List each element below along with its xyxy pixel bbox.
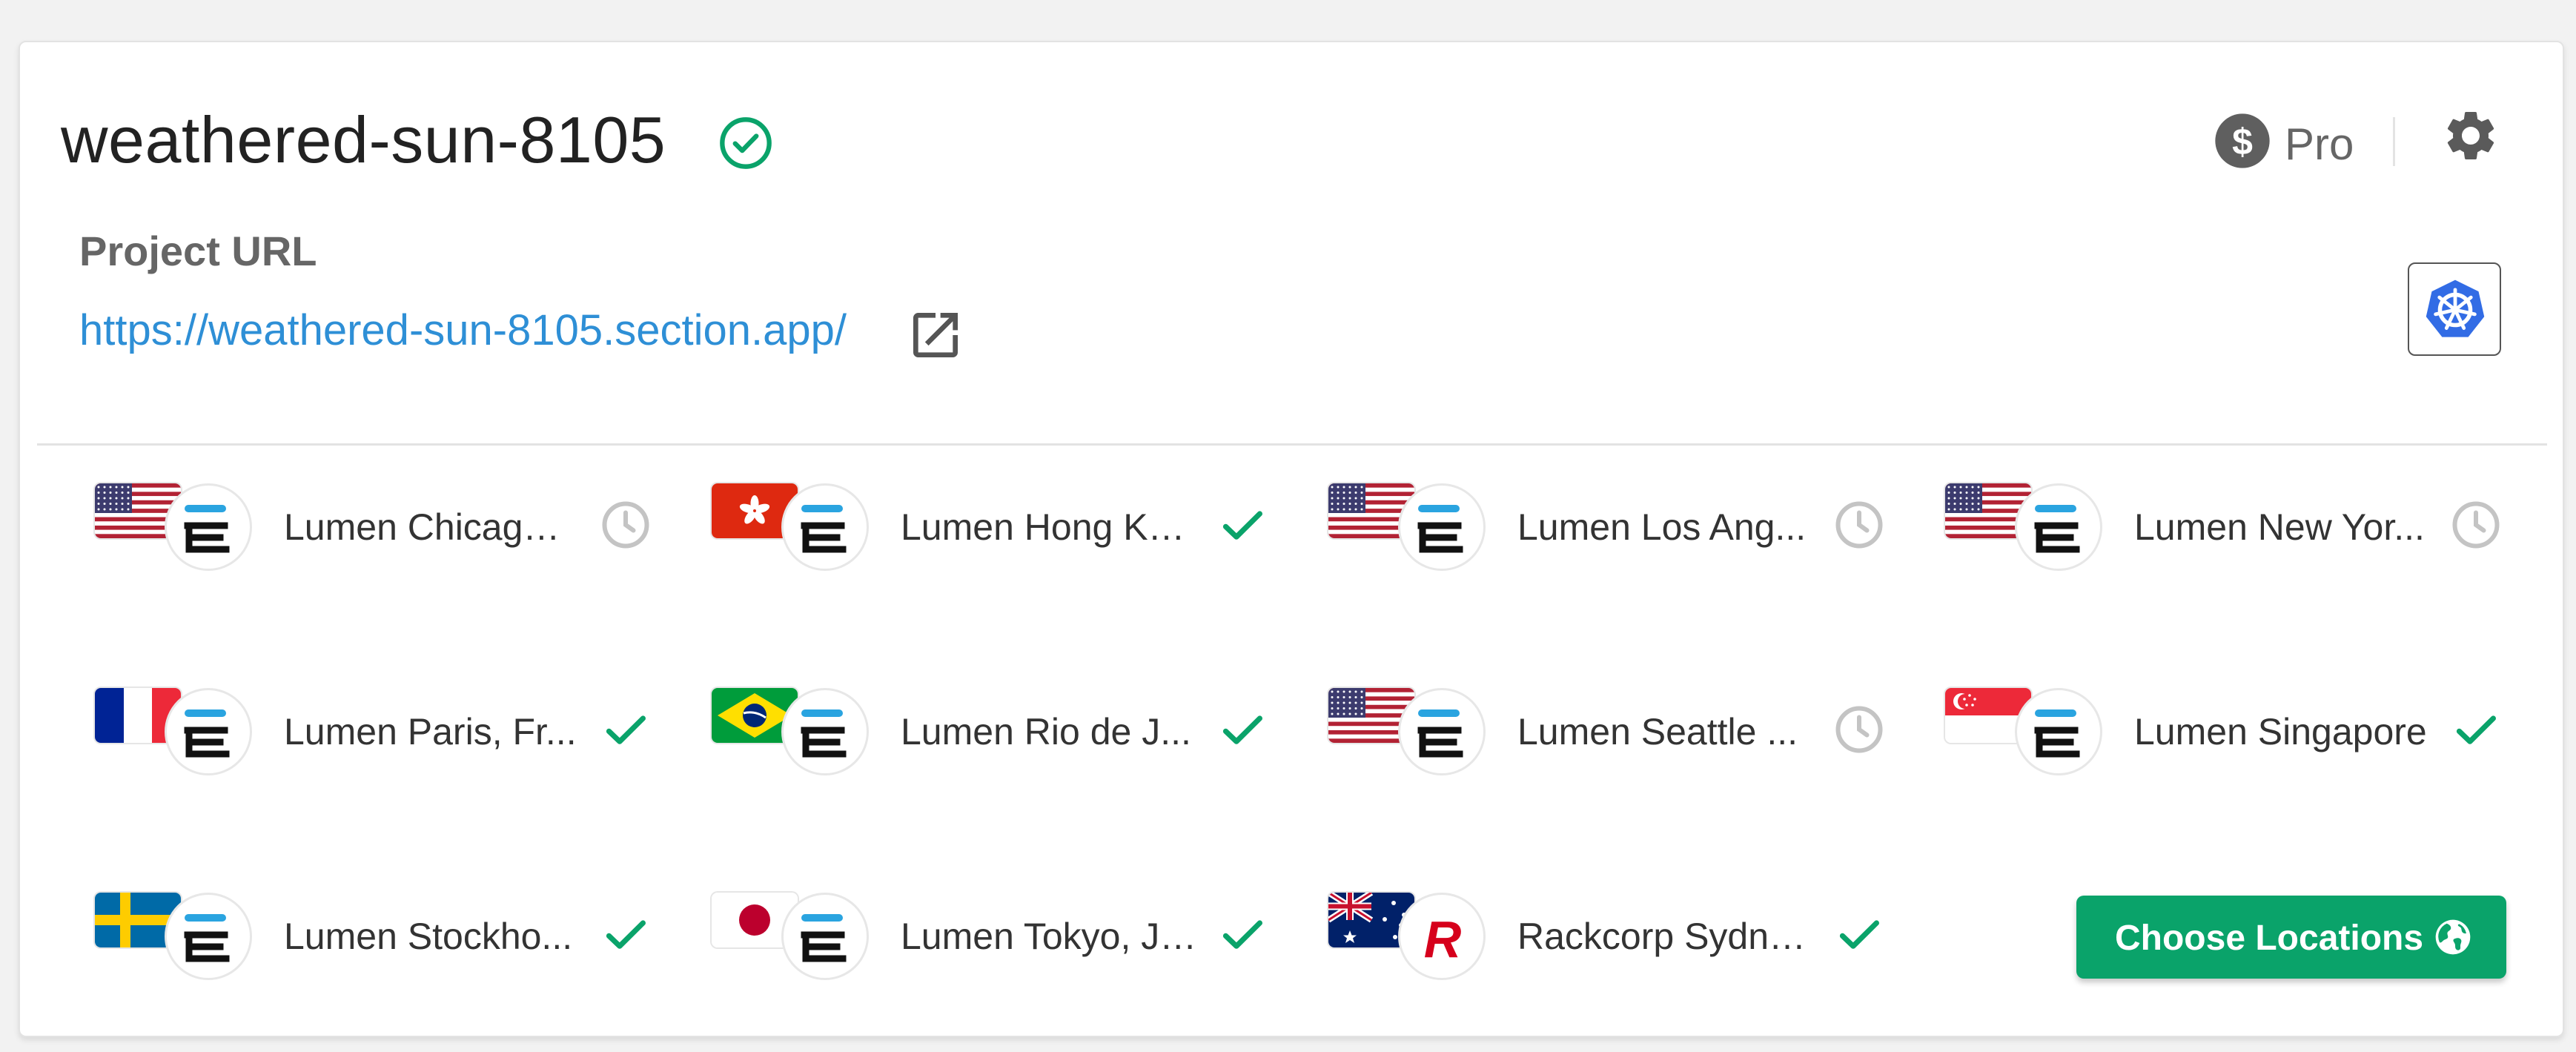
location-item: Lumen Seattle ... <box>1328 688 1907 792</box>
checkmark-icon <box>1216 498 1269 552</box>
lumen-logo-icon <box>165 483 252 571</box>
location-item: Lumen Chicago ... <box>95 483 673 587</box>
location-item: Lumen Los Ang... <box>1328 483 1907 587</box>
lumen-logo-icon <box>2015 483 2102 571</box>
svg-text:R: R <box>1424 910 1462 965</box>
checkmark-icon <box>1216 703 1269 756</box>
check-circle-icon <box>720 117 772 169</box>
location-item: Lumen Rio de J... <box>712 688 1290 792</box>
location-item: Lumen New Yor... <box>1945 483 2523 587</box>
dollar-icon: $ <box>2215 113 2270 168</box>
lumen-logo-icon <box>165 688 252 775</box>
location-name: Lumen Rio de J... <box>901 711 1191 752</box>
lumen-logo-icon <box>781 483 869 571</box>
clock-icon <box>2449 498 2503 552</box>
header-divider <box>2393 117 2395 166</box>
lumen-logo-icon <box>781 893 869 980</box>
location-name: Lumen Los Ang... <box>1517 506 1807 548</box>
project-url-link[interactable]: https://weathered-sun-8105.section.app/ <box>79 305 847 355</box>
project-url-label: Project URL <box>79 228 317 274</box>
location-name: Lumen Tokyo, Ja... <box>901 916 1197 957</box>
location-name: Lumen Seattle ... <box>1517 711 1798 752</box>
location-name: Lumen Stockho... <box>284 916 573 957</box>
location-item: Lumen Hong Ko... <box>712 483 1290 587</box>
lumen-logo-icon <box>165 893 252 980</box>
checkmark-icon <box>599 907 652 961</box>
external-link-icon[interactable] <box>906 305 965 365</box>
lumen-logo-icon <box>781 688 869 775</box>
location-item: Lumen Singapore <box>1945 688 2523 792</box>
project-title: weathered-sun-8105 <box>61 103 666 176</box>
location-item: Lumen Stockho... <box>95 893 673 996</box>
checkmark-icon <box>2449 703 2503 756</box>
lumen-logo-icon <box>1398 688 1486 775</box>
location-item: Lumen Paris, Fr... <box>95 688 673 792</box>
location-name: Lumen Chicago ... <box>284 506 580 548</box>
checkmark-icon <box>1832 907 1886 961</box>
location-name: Lumen Hong Ko... <box>901 506 1197 548</box>
rackcorp-logo-icon: R <box>1398 893 1486 980</box>
choose-locations-button[interactable]: Choose Locations <box>2076 896 2506 979</box>
lumen-logo-icon <box>2015 688 2102 775</box>
location-name: Lumen Paris, Fr... <box>284 711 577 752</box>
clock-icon <box>1832 498 1886 552</box>
checkmark-icon <box>1216 907 1269 961</box>
location-name: Lumen New Yor... <box>2134 506 2425 548</box>
clock-icon <box>599 498 652 552</box>
lumen-logo-icon <box>1398 483 1486 571</box>
location-name: Rackcorp Sydne... <box>1517 916 1814 957</box>
kubernetes-button[interactable] <box>2408 262 2501 356</box>
location-item: Lumen Tokyo, Ja... <box>712 893 1290 996</box>
plan-label: Pro <box>2285 119 2354 169</box>
section-divider <box>37 443 2547 446</box>
location-name: Lumen Singapore <box>2134 711 2427 752</box>
kubernetes-icon <box>2426 279 2485 337</box>
checkmark-icon <box>599 703 652 756</box>
gear-icon[interactable] <box>2441 106 2500 165</box>
svg-text:$: $ <box>2232 122 2253 163</box>
choose-locations-label: Choose Locations <box>2115 919 2424 958</box>
clock-icon <box>1832 703 1886 756</box>
location-item: R Rackcorp Sydne... <box>1328 893 1907 996</box>
globe-icon <box>2435 919 2471 955</box>
